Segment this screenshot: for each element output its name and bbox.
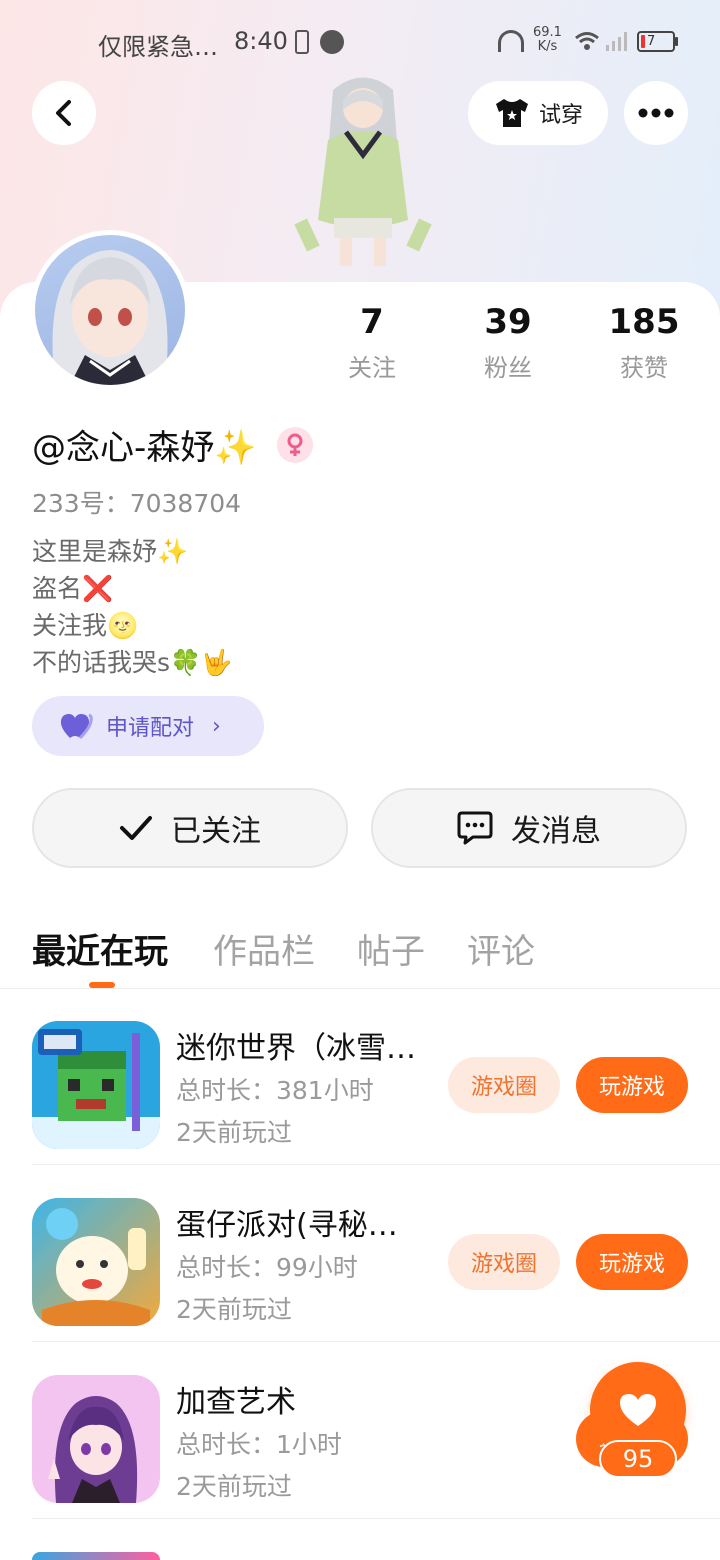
game-last-played: 2天前玩过	[176, 1472, 292, 1501]
more-dots-icon	[638, 108, 674, 118]
game-name: 迷你世界（冰雪…	[176, 1031, 416, 1066]
username-row: @念心-森妤✨	[32, 420, 313, 469]
status-time: 8:40	[234, 27, 288, 55]
bio-line: 这里是森妤✨	[32, 537, 189, 566]
game-icon-gacha-art	[32, 1375, 160, 1503]
chevron-right-icon: ›	[212, 713, 221, 739]
stat-fans[interactable]: 39 粉丝	[443, 300, 573, 383]
username: @念心-森妤✨	[32, 428, 257, 468]
checkmark-icon	[120, 816, 152, 840]
stat-likes[interactable]: 185 获赞	[579, 300, 709, 383]
avatar-figure	[294, 77, 432, 266]
game-row[interactable]: 蛋仔派对(寻秘… 总时长：99小时 2天前玩过 游戏圈 玩游戏	[32, 1166, 720, 1342]
stat-likes-label: 获赞	[620, 354, 668, 382]
stat-fans-count: 39	[484, 302, 532, 342]
try-on-button[interactable]: 试穿	[468, 81, 608, 145]
game-row[interactable]: 迷你世界（冰雪… 总时长：381小时 2天前玩过 游戏圈 玩游戏	[32, 989, 720, 1165]
game-playtime: 总时长：99小时	[176, 1253, 358, 1282]
game-icon-peek	[32, 1552, 160, 1560]
globe-icon	[320, 30, 344, 54]
game-circle-button[interactable]: 游戏圈	[448, 1234, 560, 1290]
back-button[interactable]	[32, 81, 96, 145]
pair-label: 申请配对	[106, 716, 195, 741]
stat-likes-count: 185	[608, 302, 680, 342]
game-name: 蛋仔派对(寻秘…	[176, 1208, 398, 1243]
chat-bubble-icon	[457, 811, 493, 845]
like-count: 95	[599, 1440, 677, 1478]
game-last-played: 2天前玩过	[176, 1295, 292, 1324]
followed-button[interactable]: 已关注	[32, 788, 348, 868]
try-on-label: 试穿	[538, 103, 583, 128]
battery-icon: 7	[637, 31, 675, 52]
game-icon-mini-world	[32, 1021, 160, 1149]
phone-icon	[295, 30, 309, 54]
stat-fans-label: 粉丝	[484, 354, 532, 382]
tab-posts[interactable]: 帖子	[357, 924, 425, 973]
followed-label: 已关注	[171, 814, 261, 849]
row-divider	[32, 1518, 720, 1519]
bio: 这里是森妤✨ 盗名❌ 关注我🌝 不的话我哭s🍀🤟	[32, 533, 232, 681]
user-id: 233号：7038704	[32, 489, 242, 518]
game-name: 加查艺术	[176, 1385, 296, 1420]
game-row[interactable]: 加查艺术 总时长：1小时 2天前玩过 玩游戏	[32, 1343, 720, 1519]
game-circle-button[interactable]: 游戏圈	[448, 1057, 560, 1113]
pair-request-button[interactable]: 申请配对 ›	[32, 696, 264, 756]
female-gender-icon	[276, 426, 313, 463]
heart-icon	[620, 1394, 656, 1426]
tab-works[interactable]: 作品栏	[213, 924, 315, 973]
avatar-image	[52, 250, 168, 385]
status-notice: 仅限紧急…	[98, 33, 218, 61]
send-message-button[interactable]: 发消息	[371, 788, 687, 868]
battery-tip	[675, 37, 678, 46]
bio-line: 不的话我哭s🍀🤟	[32, 648, 233, 677]
stat-following-count: 7	[360, 302, 384, 342]
play-game-button[interactable]: 玩游戏	[576, 1234, 688, 1290]
game-last-played: 2天前玩过	[176, 1118, 292, 1147]
game-playtime: 总时长：381小时	[176, 1076, 374, 1105]
avatar[interactable]	[30, 230, 190, 390]
battery-level: 7	[647, 34, 656, 49]
network-speed-unit: K/s	[537, 39, 558, 54]
double-heart-icon	[60, 713, 93, 740]
tab-comments[interactable]: 评论	[467, 924, 535, 973]
signal-icon	[606, 32, 627, 51]
row-divider	[32, 1164, 720, 1165]
bio-line: 关注我🌝	[32, 611, 139, 640]
profile-tabs: 最近在玩 作品栏 帖子 评论	[0, 920, 720, 988]
network-speed-value: 69.1	[533, 25, 562, 40]
network-speed: 69.1 K/s	[533, 26, 562, 54]
send-message-label: 发消息	[511, 814, 601, 849]
tab-recently-played[interactable]: 最近在玩	[32, 924, 168, 973]
play-game-button[interactable]: 玩游戏	[576, 1057, 688, 1113]
row-divider	[32, 1341, 720, 1342]
game-icon-eggy-party	[32, 1198, 160, 1326]
stat-following[interactable]: 7 关注	[307, 300, 437, 383]
game-playtime: 总时长：1小时	[176, 1430, 342, 1459]
bio-line: 盗名❌	[32, 574, 114, 603]
tshirt-icon	[495, 99, 528, 127]
speedometer-icon	[498, 30, 524, 52]
more-button[interactable]	[624, 81, 688, 145]
chevron-left-icon	[56, 100, 71, 126]
stat-following-label: 关注	[348, 354, 396, 382]
wifi-icon	[575, 32, 599, 50]
